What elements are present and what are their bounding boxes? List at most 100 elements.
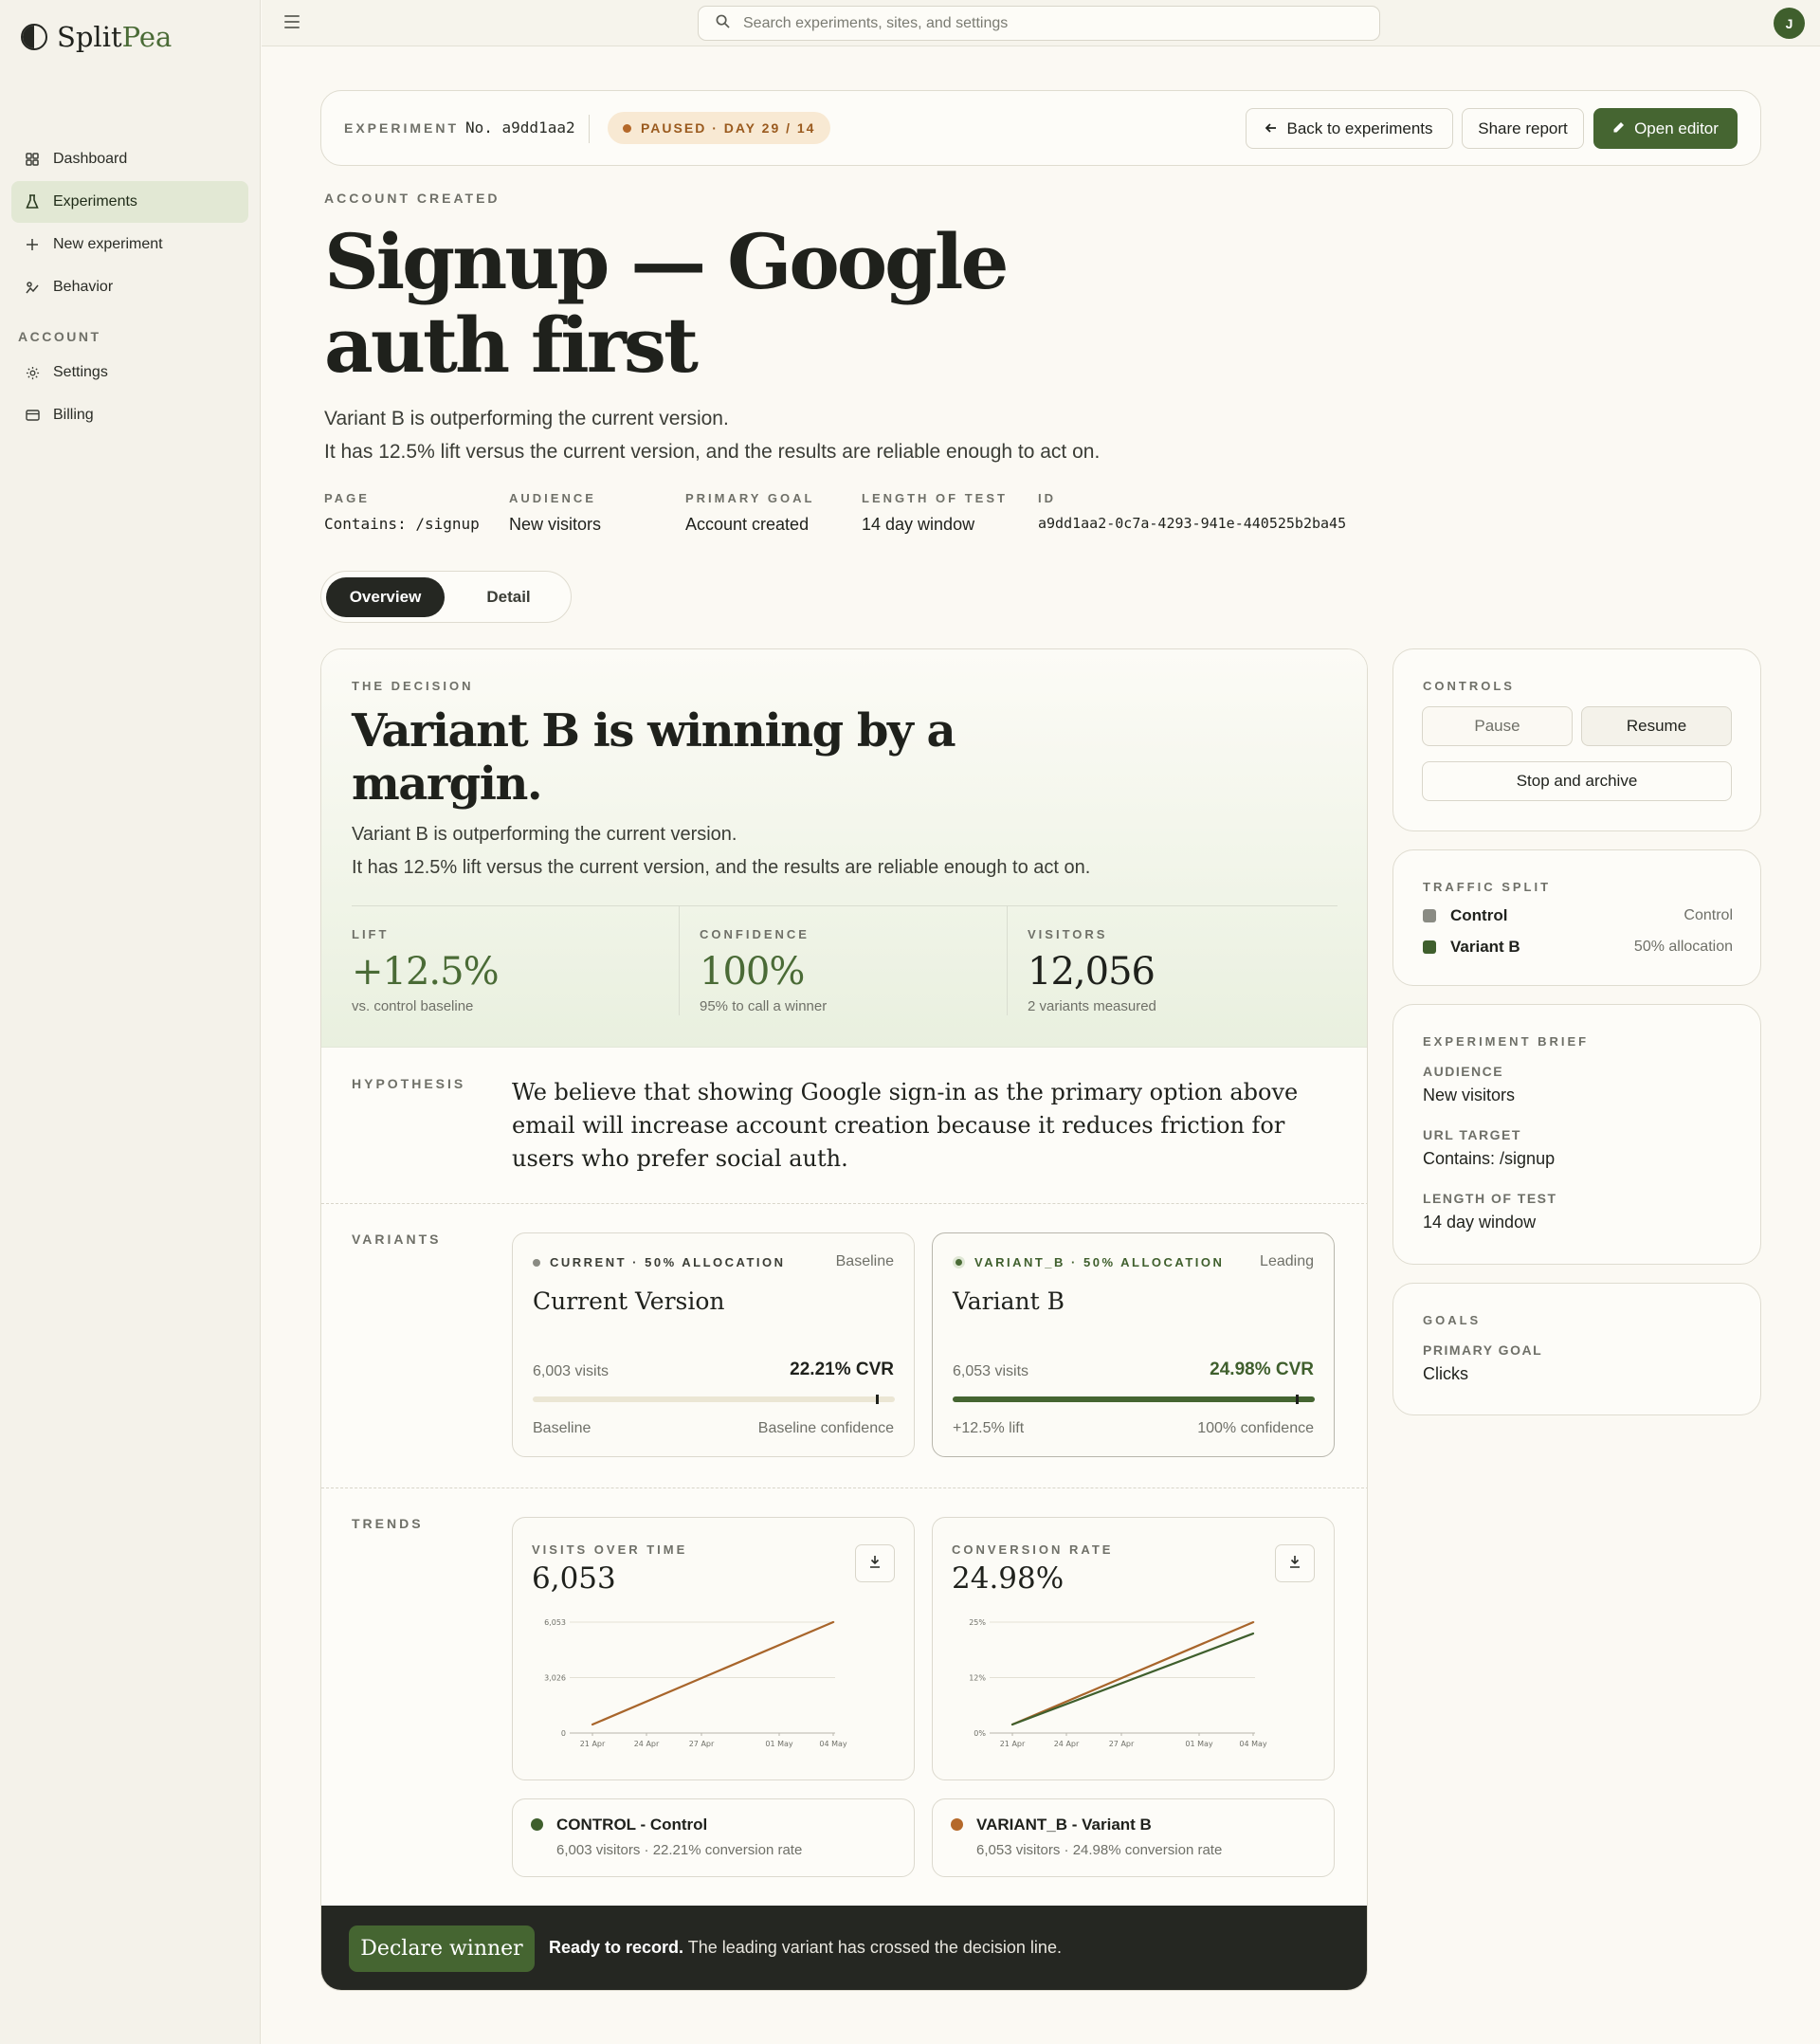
menu-icon[interactable]: [284, 15, 300, 28]
sidebar-item-experiments[interactable]: Experiments: [11, 181, 248, 223]
logo-text: SplitPea: [57, 21, 173, 53]
meta-value: 14 day window: [862, 515, 975, 534]
sidebar-item-label: Experiments: [53, 193, 137, 210]
traffic-split-card: TRAFFIC SPLIT Control Control Variant B …: [1392, 849, 1761, 986]
variant-status: Baseline: [835, 1253, 894, 1269]
back-button[interactable]: Back to experiments: [1246, 108, 1453, 149]
y-tick-label: 0%: [974, 1729, 986, 1738]
y-tick-label: 25%: [969, 1618, 986, 1627]
summary-line-2: It has 12.5% lift versus the current ver…: [324, 441, 1101, 463]
pause-button[interactable]: Pause: [1422, 706, 1573, 746]
logo-mark-icon: [21, 24, 47, 50]
meta-label: AUDIENCE: [509, 491, 596, 505]
avatar[interactable]: J: [1774, 8, 1805, 39]
declare-winner-button[interactable]: Declare winner: [349, 1925, 535, 1972]
controls-label: CONTROLS: [1423, 679, 1515, 693]
open-editor-button[interactable]: Open editor: [1593, 108, 1738, 149]
confidence-bar: [533, 1395, 895, 1404]
x-tick-label: 01 May: [1185, 1740, 1213, 1748]
stop-archive-button[interactable]: Stop and archive: [1422, 761, 1732, 801]
flask-icon: [25, 194, 40, 210]
series-line: [591, 1620, 835, 1726]
sidebar-item-dashboard[interactable]: Dashboard: [11, 138, 248, 180]
download-button[interactable]: [855, 1544, 895, 1582]
confidence-threshold-marker: [1296, 1395, 1299, 1404]
variant-card-b[interactable]: VARIANT_B · 50% ALLOCATION Leading Varia…: [932, 1232, 1335, 1457]
variant-tag: VARIANT_B · 50% ALLOCATION: [953, 1255, 1224, 1269]
meta-page: PAGE Contains: /signup: [324, 491, 480, 533]
variant-dot-icon: [953, 1256, 965, 1268]
page-title: Signup — Google auth first: [324, 217, 1009, 390]
brief-label: EXPERIMENT BRIEF: [1423, 1034, 1590, 1049]
stat-label: CONFIDENCE: [700, 927, 810, 941]
section-divider: [321, 1203, 1367, 1204]
stat-lift: LIFT +12.5% vs. control baseline: [352, 906, 679, 1015]
topbar: J: [262, 0, 1820, 46]
tab-detail[interactable]: Detail: [450, 577, 567, 617]
stat-value: 100%: [700, 950, 805, 994]
split-swatch: [1423, 909, 1436, 922]
sidebar-item-label: Billing: [53, 407, 94, 423]
meta-value: New visitors: [509, 515, 602, 534]
stat-note: 2 variants measured: [1028, 998, 1156, 1014]
meta-label: PAGE: [324, 491, 370, 505]
x-tick-label: 21 Apr: [580, 1740, 606, 1748]
summary-line-1: Variant B is outperforming the current v…: [324, 408, 729, 429]
legend-name: VARIANT_B - Variant B: [976, 1816, 1152, 1834]
sidebar-item-settings[interactable]: Settings: [11, 352, 248, 393]
chart-title: CONVERSION RATE: [952, 1542, 1114, 1557]
y-tick-label: 0: [561, 1729, 566, 1738]
tab-overview[interactable]: Overview: [326, 577, 445, 617]
status-dot-icon: [623, 123, 631, 133]
meta-id: ID a9dd1aa2-0c7a-4293-941e-440525b2ba45: [1038, 491, 1346, 532]
status-badge: PAUSED · DAY 29 / 14: [608, 112, 831, 144]
conversion-line-chart: 0% 12% 25% 21 Apr 24 Apr 27 Apr 01 May 04 May: [969, 1618, 1267, 1748]
sidebar-item-new-experiment[interactable]: New experiment: [11, 224, 248, 265]
legend-name: CONTROL - Control: [556, 1816, 708, 1834]
arrow-left-icon: [1265, 119, 1277, 138]
x-tick-label: 21 Apr: [1000, 1740, 1026, 1748]
download-icon: [1288, 1555, 1301, 1573]
stat-note: 95% to call a winner: [700, 998, 828, 1014]
traffic-label: TRAFFIC SPLIT: [1423, 880, 1552, 894]
sidebar-item-billing[interactable]: Billing: [11, 394, 248, 436]
trends-label: TRENDS: [352, 1516, 424, 1531]
section-divider: [321, 1487, 1367, 1488]
legend-card-control: CONTROL - Control 6,003 visitors · 22.21…: [512, 1798, 915, 1877]
y-tick-label: 3,026: [544, 1674, 566, 1683]
search-icon: [716, 14, 730, 33]
decision-line-2: It has 12.5% lift versus the current ver…: [352, 857, 1091, 878]
footer-message: Ready to record. The leading variant has…: [549, 1938, 1062, 1958]
chart-title: VISITS OVER TIME: [532, 1542, 688, 1557]
x-tick-label: 04 May: [1239, 1740, 1267, 1748]
footer-text: The leading variant has crossed the deci…: [683, 1938, 1062, 1957]
y-tick-label: 12%: [969, 1674, 986, 1683]
stat-label: LIFT: [352, 927, 390, 941]
logo[interactable]: SplitPea: [21, 21, 172, 53]
plus-icon: [25, 237, 40, 252]
variant-card-current[interactable]: CURRENT · 50% ALLOCATION Baseline Curren…: [512, 1232, 915, 1457]
brief-row-label: LENGTH OF TEST: [1423, 1191, 1557, 1206]
meta-value: Account created: [685, 515, 810, 534]
split-row-control: Control Control: [1423, 904, 1733, 927]
search-bar[interactable]: [698, 6, 1380, 41]
brief-row-value: 14 day window: [1423, 1213, 1537, 1232]
pencil-icon: [1612, 119, 1625, 138]
meta-label: ID: [1038, 491, 1056, 505]
resume-button[interactable]: Resume: [1581, 706, 1732, 746]
footer-bold: Ready to record.: [549, 1938, 684, 1957]
download-button[interactable]: [1275, 1544, 1315, 1582]
x-tick-label: 27 Apr: [689, 1740, 715, 1748]
primary-goal-label: PRIMARY GOAL: [1423, 1342, 1543, 1358]
sidebar-item-behavior[interactable]: Behavior: [11, 266, 248, 308]
sidebar-item-label: New experiment: [53, 236, 163, 252]
x-tick-label: 24 Apr: [1054, 1740, 1080, 1748]
primary-goal-value: Clicks: [1423, 1364, 1468, 1383]
variant-foot-right: Baseline confidence: [757, 1420, 894, 1436]
share-report-button[interactable]: Share report: [1462, 108, 1584, 149]
divider: [589, 115, 590, 143]
search-input[interactable]: [743, 14, 1350, 32]
sidebar-item-label: Dashboard: [53, 151, 128, 167]
split-swatch: [1423, 940, 1436, 954]
variants-label: VARIANTS: [352, 1232, 442, 1247]
